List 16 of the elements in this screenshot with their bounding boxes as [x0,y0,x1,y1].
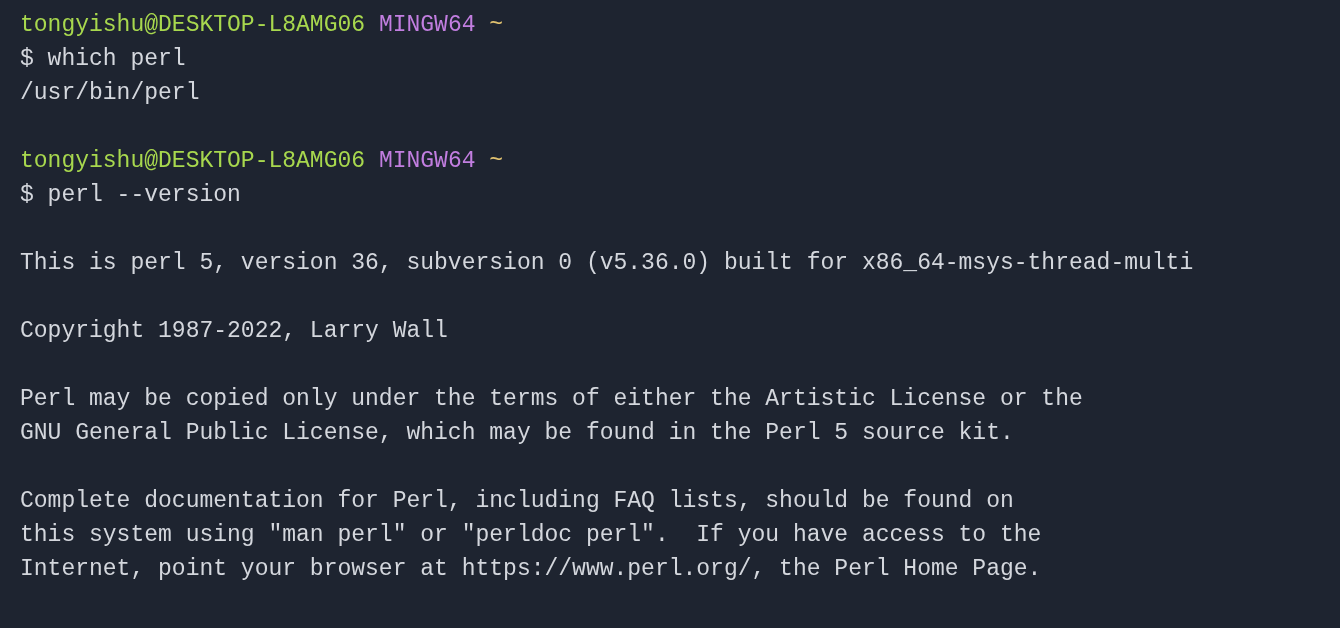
prompt-system: MINGW64 [378,12,476,38]
prompt-user-host: tongyishu@DESKTOP-L8AMG06 [20,12,366,38]
output-line: Internet, point your browser at https://www.perl.org/, the Perl Home Page. [20,556,1042,582]
output-line: GNU General Public License, which may be found in the Perl 5 source kit. [20,420,1014,446]
output-line: Perl may be copied only under the terms of either the Artistic License or the [20,386,1083,412]
prompt-path: ~ [489,148,504,174]
output-line: Copyright 1987-2022, Larry Wall [20,318,448,344]
prompt-path: ~ [489,12,504,38]
command-line: $ which perl [20,46,186,72]
output-line: Complete documentation for Perl, including FAQ lists, should be found on [20,488,1014,514]
command-line: $ perl --version [20,182,241,208]
prompt-user-host: tongyishu@DESKTOP-L8AMG06 [20,148,366,174]
output-line: This is perl 5, version 36, subversion 0 (v5.36.0) built for x86_64-msys-thread-multi [20,250,1194,276]
output-line: /usr/bin/perl [20,80,200,106]
output-line: this system using "man perl" or "perldoc perl". If you have access to the [20,522,1042,548]
prompt-system: MINGW64 [378,148,476,174]
